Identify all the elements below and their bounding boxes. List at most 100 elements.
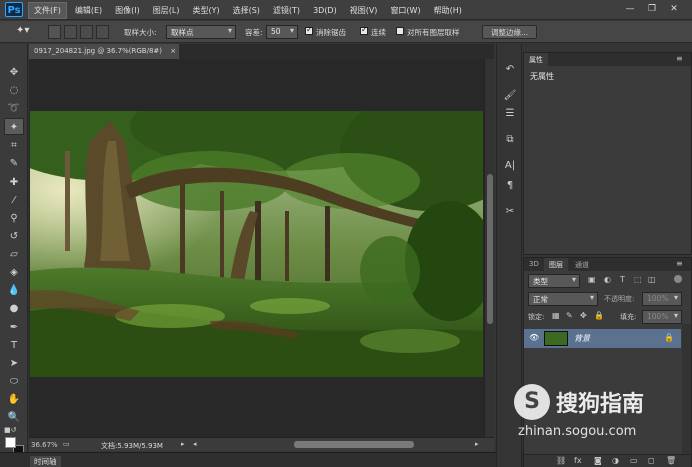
delete-layer-icon[interactable]: 🗑 [666, 456, 676, 465]
magic-wand-preset-icon[interactable]: ✦▾ [16, 25, 32, 39]
shape-tool-icon[interactable]: ⬭ [4, 373, 24, 390]
magic-wand-tool-icon[interactable]: ✦ [4, 118, 24, 135]
zoom-tool-icon[interactable]: 🔍 [4, 409, 24, 426]
layer-row-background[interactable]: 👁 背景 🔒 [524, 329, 681, 348]
tolerance-input[interactable]: 50 [266, 25, 298, 39]
link-layers-icon[interactable]: ⛓ [556, 456, 566, 465]
crop-tool-icon[interactable]: ⌗ [4, 137, 24, 154]
clone-stamp-icon[interactable]: ⚲ [4, 210, 24, 227]
tools-panel-icon[interactable]: ✂ [501, 204, 519, 220]
visibility-eye-icon[interactable]: 👁 [529, 333, 539, 342]
contiguous-label: 连续 [371, 28, 386, 37]
zoom-level[interactable]: 36.67% [31, 441, 58, 449]
sample-size-select[interactable]: 取样点 [166, 25, 236, 39]
add-to-selection-icon[interactable] [64, 25, 77, 39]
healing-brush-icon[interactable]: ✚ [4, 174, 24, 191]
adjustments-panel-icon[interactable]: ☰ [501, 106, 519, 122]
paint-bucket-icon[interactable]: ◈ [4, 264, 24, 281]
pen-tool-icon[interactable]: ✒ [4, 319, 24, 336]
menu-type[interactable]: 类型(Y) [187, 3, 224, 18]
menu-filter[interactable]: 滤镜(T) [268, 3, 305, 18]
timeline-tab[interactable]: 时间轴 [30, 456, 61, 467]
vertical-scroll-thumb[interactable] [487, 174, 493, 324]
restore-icon[interactable]: ❐ [644, 2, 660, 16]
hand-tool-icon[interactable]: ✋ [4, 391, 24, 408]
vertical-scrollbar[interactable] [484, 59, 494, 437]
tab-channels[interactable]: 通道 [570, 258, 594, 271]
scroll-right-arrow-icon[interactable]: ▸ [475, 440, 479, 448]
path-selection-icon[interactable]: ➤ [4, 355, 24, 372]
adjustment-layer-icon[interactable]: ◑ [612, 456, 619, 465]
paragraph-panel-icon[interactable]: ¶ [501, 178, 519, 194]
brush-tool-icon[interactable]: ⁄ [4, 192, 24, 209]
character-panel-icon[interactable]: A| [501, 158, 519, 174]
menu-view[interactable]: 视图(V) [345, 3, 383, 18]
lock-pixels-icon[interactable]: ✎ [566, 311, 573, 320]
foreground-color-swatch[interactable] [5, 437, 16, 448]
lasso-tool-icon[interactable]: ➰ [4, 100, 24, 117]
document-tab[interactable]: 0917_204821.jpg @ 36.7%(RGB/8#) × [29, 44, 179, 59]
filter-smart-object-icon[interactable]: ◫ [648, 275, 656, 284]
sample-all-layers-checkbox[interactable] [396, 27, 404, 35]
intersect-selection-icon[interactable] [96, 25, 109, 39]
layer-name[interactable]: 背景 [574, 333, 590, 344]
minimize-icon[interactable]: — [622, 2, 638, 16]
status-menu-arrow-icon[interactable]: ▸ [181, 440, 185, 448]
refine-edge-button[interactable]: 调整边缘... [482, 25, 538, 39]
panel-menu-icon[interactable]: ≡ [676, 54, 683, 63]
lock-transparent-icon[interactable]: ▦ [552, 311, 560, 320]
lock-all-icon[interactable]: 🔒 [594, 311, 604, 320]
menu-select[interactable]: 选择(S) [228, 3, 265, 18]
tab-3d[interactable]: 3D [524, 258, 544, 271]
filter-shape-icon[interactable]: ⬚ [634, 275, 642, 284]
menu-window[interactable]: 窗口(W) [385, 3, 425, 18]
filter-type-icon[interactable]: T [620, 275, 625, 284]
menu-3d[interactable]: 3D(D) [308, 4, 342, 17]
new-group-icon[interactable]: ▭ [630, 456, 638, 465]
sample-size-label: 取样大小: [124, 28, 157, 37]
layer-style-icon[interactable]: fx [574, 456, 582, 465]
subtract-selection-icon[interactable] [80, 25, 93, 39]
history-brush-icon[interactable]: ↺ [4, 228, 24, 245]
layer-filter-select[interactable]: 类型 [528, 274, 580, 288]
opacity-input[interactable]: 100% [642, 292, 682, 306]
menu-layer[interactable]: 图层(L) [148, 3, 185, 18]
layers-panel-menu-icon[interactable]: ≡ [676, 259, 683, 268]
close-icon[interactable]: ✕ [666, 2, 682, 16]
move-tool-icon[interactable]: ✥ [4, 64, 24, 81]
close-tab-icon[interactable]: × [170, 47, 176, 55]
fill-input[interactable]: 100% [642, 310, 682, 324]
forest-photo [30, 111, 483, 377]
horizontal-scroll-thumb[interactable] [294, 441, 414, 448]
canvas-area[interactable] [29, 59, 484, 437]
filter-adjustment-icon[interactable]: ◐ [604, 275, 611, 284]
swap-colors-icon[interactable]: ■↺ [4, 426, 22, 436]
type-tool-icon[interactable]: T [4, 337, 24, 354]
menu-image[interactable]: 图像(I) [110, 3, 145, 18]
new-layer-icon[interactable]: ◻ [648, 456, 655, 465]
layer-mask-icon[interactable]: ◙ [594, 456, 602, 465]
history-panel-icon[interactable]: ↶ [501, 62, 519, 78]
lock-position-icon[interactable]: ✥ [580, 311, 587, 320]
blur-tool-icon[interactable]: 💧 [4, 282, 24, 299]
filter-pixel-icon[interactable]: ▣ [588, 275, 596, 284]
menu-edit[interactable]: 编辑(E) [70, 3, 107, 18]
tab-properties[interactable]: 属性 [524, 53, 548, 66]
antialias-checkbox[interactable] [305, 25, 313, 35]
filter-toggle-icon[interactable] [674, 275, 682, 283]
contiguous-checkbox[interactable] [360, 25, 368, 35]
blend-mode-select[interactable]: 正常 [528, 292, 598, 306]
document-tab-bar: 0917_204821.jpg @ 36.7%(RGB/8#) × [29, 44, 494, 59]
menu-file[interactable]: 文件(F) [28, 1, 67, 19]
dodge-tool-icon[interactable]: ● [4, 300, 24, 317]
tab-layers[interactable]: 图层 [544, 258, 568, 271]
menu-help[interactable]: 帮助(H) [429, 3, 467, 18]
eraser-tool-icon[interactable]: ▱ [4, 246, 24, 263]
status-icon[interactable]: ▭ [63, 440, 70, 448]
new-selection-icon[interactable] [48, 25, 61, 39]
scroll-left-arrow-icon[interactable]: ◂ [193, 440, 197, 448]
brush-panel-icon[interactable]: 🖌 [501, 88, 519, 104]
marquee-tool-icon[interactable]: ◌ [4, 82, 24, 99]
clone-source-panel-icon[interactable]: ⧉ [501, 132, 519, 148]
eyedropper-tool-icon[interactable]: ✎ [4, 155, 24, 172]
